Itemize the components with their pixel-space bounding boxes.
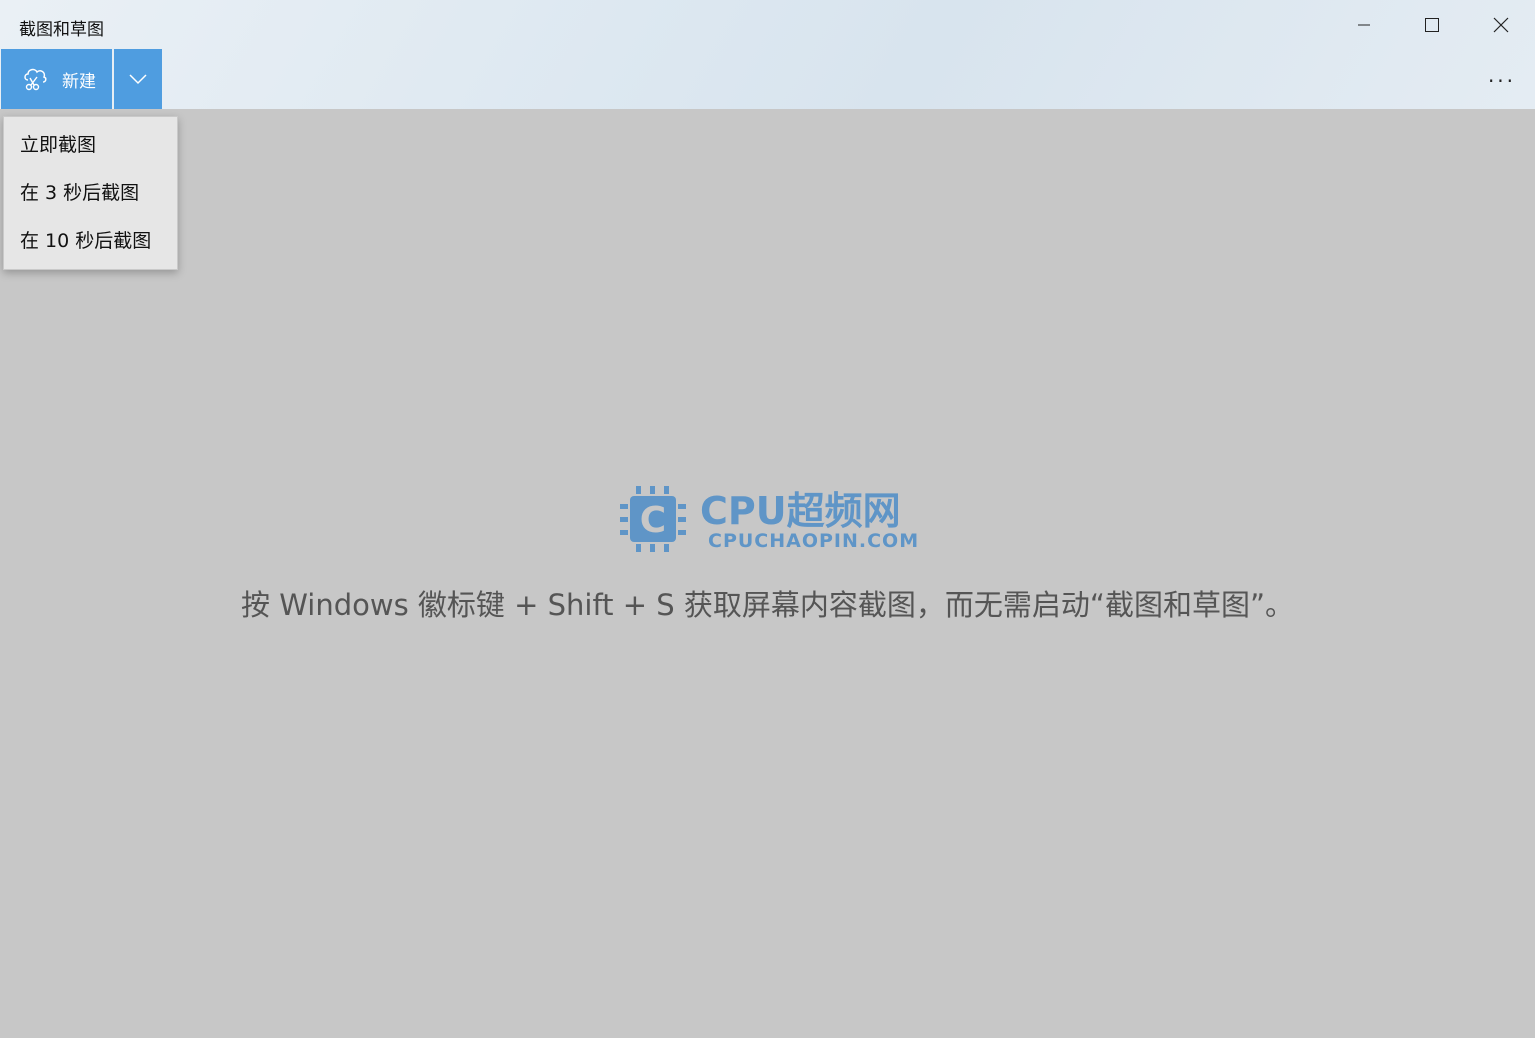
minimize-icon bbox=[1358, 24, 1370, 26]
maximize-icon bbox=[1425, 18, 1439, 32]
chevron-down-icon bbox=[129, 74, 147, 85]
window-title: 截图和草图 bbox=[19, 20, 104, 40]
menu-item-snip-now[interactable]: 立即截图 bbox=[4, 122, 177, 168]
app-window: 截图和草图 新建 ··· 立即截图 在 3 秒后截图 在 10 秒后截图 C C… bbox=[0, 0, 1535, 1038]
more-options-button[interactable]: ··· bbox=[1478, 60, 1526, 102]
chip-logo-icon: C bbox=[620, 486, 686, 552]
maximize-button[interactable] bbox=[1398, 0, 1466, 50]
menu-item-snip-10s[interactable]: 在 10 秒后截图 bbox=[4, 218, 177, 264]
watermark-logo-letter: C bbox=[640, 500, 666, 541]
watermark-name: CPU超频网 bbox=[700, 489, 901, 533]
new-snip-dropdown-button[interactable] bbox=[114, 49, 162, 109]
new-snip-button[interactable]: 新建 bbox=[1, 49, 112, 109]
watermark-domain: CPUCHAOPIN.COM bbox=[708, 530, 920, 552]
close-icon bbox=[1493, 17, 1509, 33]
shortcut-hint: 按 Windows 徽标键 + Shift + S 获取屏幕内容截图，而无需启动… bbox=[241, 588, 1294, 622]
menu-item-snip-3s[interactable]: 在 3 秒后截图 bbox=[4, 170, 177, 216]
close-button[interactable] bbox=[1467, 0, 1535, 50]
title-bar: 截图和草图 新建 ··· bbox=[0, 0, 1535, 109]
more-ellipsis-icon: ··· bbox=[1487, 69, 1517, 93]
new-button-label: 新建 bbox=[62, 72, 96, 92]
site-watermark: C CPU超频网 CPUCHAOPIN.COM bbox=[616, 480, 920, 558]
minimize-button[interactable] bbox=[1330, 0, 1398, 50]
scissors-cloud-icon bbox=[24, 68, 47, 91]
delay-menu: 立即截图 在 3 秒后截图 在 10 秒后截图 bbox=[3, 116, 178, 270]
